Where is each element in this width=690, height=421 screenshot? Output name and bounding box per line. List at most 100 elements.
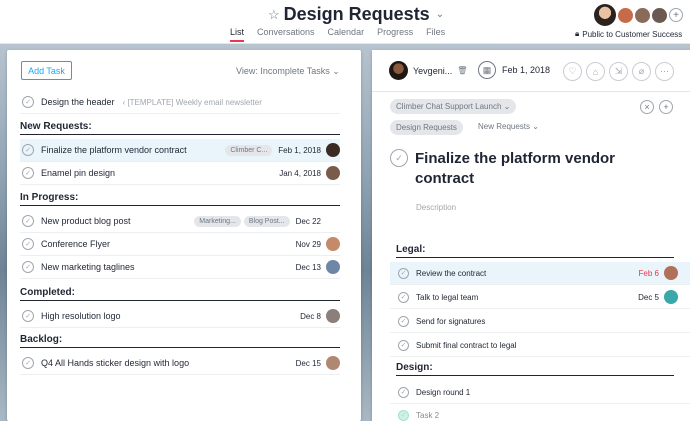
task-name[interactable]: Design the header	[41, 97, 115, 107]
check-icon[interactable]: ✓	[398, 339, 409, 351]
task-name[interactable]: New marketing taglines	[41, 262, 135, 272]
avatar[interactable]	[326, 309, 340, 323]
subtask-name[interactable]: Submit final contract to legal	[416, 341, 517, 350]
task-name[interactable]: Conference Flyer	[41, 239, 110, 249]
subtask-row[interactable]: ✓ Review the contract Feb 6	[390, 262, 690, 285]
chevron-down-icon[interactable]: ⌄	[436, 9, 444, 20]
task-due-date[interactable]: Dec 15	[296, 359, 321, 368]
avatar[interactable]	[594, 4, 616, 26]
heart-icon[interactable]: ♡	[563, 62, 582, 81]
tag-icon[interactable]: ⌂	[586, 62, 605, 81]
task-row[interactable]: ✓ Q4 All Hands sticker design with logo …	[20, 352, 340, 375]
subtask-name[interactable]: Send for signatures	[416, 317, 485, 326]
subtask-icon[interactable]: ⇲	[609, 62, 628, 81]
star-icon[interactable]: ☆	[268, 7, 280, 23]
check-icon[interactable]: ✓	[22, 167, 34, 179]
description-field[interactable]: Description	[416, 203, 456, 212]
subtask-row[interactable]: ✓ Send for signatures	[390, 310, 690, 333]
task-name[interactable]: New product blog post	[41, 216, 131, 226]
complete-task-button[interactable]: ✓	[390, 149, 408, 167]
check-icon[interactable]: ✓	[22, 310, 34, 322]
section-header[interactable]: Completed:	[20, 287, 340, 301]
plus-icon[interactable]: +	[659, 100, 673, 114]
task-row[interactable]: ✓ New product blog post Marketing... Blo…	[20, 210, 340, 233]
avatar[interactable]	[326, 356, 340, 370]
task-name[interactable]: Enamel pin design	[41, 168, 115, 178]
task-row[interactable]: ✓ Design the header ‹ [TEMPLATE] Weekly …	[20, 91, 340, 114]
task-row[interactable]: ✓ High resolution logo Dec 8	[20, 305, 340, 328]
tab-list[interactable]: List	[230, 27, 245, 42]
task-due-date[interactable]: Feb 1, 2018	[278, 146, 321, 155]
check-icon[interactable]: ✓	[22, 96, 34, 108]
subtask-row[interactable]: ✓ Task 2	[390, 404, 690, 421]
project-title[interactable]: Design Requests	[284, 4, 430, 25]
section-header[interactable]: In Progress:	[20, 192, 340, 206]
task-due-date[interactable]: Dec 22	[296, 217, 321, 226]
task-row[interactable]: ✓ Enamel pin design Jan 4, 2018	[20, 162, 340, 185]
avatar[interactable]	[618, 7, 633, 23]
avatar[interactable]	[326, 237, 340, 251]
tag-pill[interactable]: Marketing...	[194, 215, 241, 227]
tab-calendar[interactable]: Calendar	[328, 27, 365, 41]
tab-files[interactable]: Files	[426, 27, 445, 41]
avatar[interactable]	[326, 143, 340, 157]
trash-icon[interactable]: 🗑︎	[457, 66, 467, 75]
task-row[interactable]: ✓ Finalize the platform vendor contract …	[20, 139, 340, 162]
task-parent-link[interactable]: ‹ [TEMPLATE] Weekly email newsletter	[123, 98, 262, 107]
view-filter-dropdown[interactable]: View: Incomplete Tasks ⌄	[236, 66, 340, 77]
subtask-row[interactable]: ✓ Design round 1	[390, 381, 690, 404]
close-icon[interactable]: ×	[640, 100, 654, 114]
subtask-name[interactable]: Talk to legal team	[416, 293, 478, 302]
task-due-date[interactable]: Jan 4, 2018	[279, 169, 321, 178]
section-header[interactable]: New Requests:	[20, 121, 340, 135]
check-icon[interactable]: ✓	[22, 215, 34, 227]
check-icon[interactable]: ✓	[22, 144, 34, 156]
parent-task-pill[interactable]: Climber Chat Support Launch ⌄	[390, 99, 517, 114]
check-icon[interactable]: ✓	[398, 267, 409, 279]
avatar[interactable]	[635, 7, 650, 23]
avatar[interactable]	[664, 290, 678, 304]
avatar[interactable]	[664, 266, 678, 280]
check-icon[interactable]: ✓	[398, 315, 409, 327]
more-icon[interactable]: ⋯	[655, 62, 674, 81]
task-due-date[interactable]: Dec 13	[296, 263, 321, 272]
add-task-button[interactable]: Add Task	[21, 61, 72, 80]
tab-progress[interactable]: Progress	[377, 27, 413, 41]
add-member-button[interactable]: +	[669, 8, 683, 22]
check-icon[interactable]: ✓	[398, 291, 409, 303]
subtask-row[interactable]: ✓ Talk to legal team Dec 5	[390, 286, 690, 309]
subtask-row[interactable]: ✓ Submit final contract to legal	[390, 334, 690, 357]
subtask-name[interactable]: Review the contract	[416, 269, 486, 278]
task-due-date[interactable]: Nov 29	[296, 240, 321, 249]
avatar[interactable]	[326, 166, 340, 180]
task-name[interactable]: Q4 All Hands sticker design with logo	[41, 358, 189, 368]
check-icon[interactable]: ✓	[22, 261, 34, 273]
avatar[interactable]	[326, 260, 340, 274]
task-name[interactable]: High resolution logo	[41, 311, 121, 321]
subtask-section-header[interactable]: Legal:	[396, 244, 674, 258]
project-pill[interactable]: Design Requests	[390, 120, 463, 135]
task-due-date[interactable]: Dec 8	[300, 312, 321, 321]
check-icon[interactable]: ✓	[398, 386, 409, 398]
avatar[interactable]	[652, 7, 667, 23]
assignee-field[interactable]: Yevgeni... 🗑︎	[389, 61, 467, 80]
check-icon[interactable]: ✓	[22, 238, 34, 250]
subtask-section-header[interactable]: Design:	[396, 362, 674, 376]
subtask-name[interactable]: Task 2	[416, 411, 439, 420]
task-name[interactable]: Finalize the platform vendor contract	[41, 145, 187, 155]
task-row[interactable]: ✓ New marketing taglines Dec 13	[20, 256, 340, 279]
subtask-due-date[interactable]: Dec 5	[638, 293, 659, 302]
subtask-name[interactable]: Design round 1	[416, 388, 470, 397]
section-dropdown[interactable]: New Requests ⌄	[478, 122, 539, 131]
task-row[interactable]: ✓ Conference Flyer Nov 29	[20, 233, 340, 256]
task-title[interactable]: Finalize the platform vendor contract	[415, 149, 655, 189]
tab-conversations[interactable]: Conversations	[257, 27, 315, 41]
check-icon[interactable]: ✓	[22, 357, 34, 369]
tag-pill[interactable]: Blog Post...	[243, 215, 290, 227]
subtask-due-date[interactable]: Feb 6	[639, 269, 659, 278]
tag-pill[interactable]: Climber C...	[225, 144, 273, 156]
attachment-icon[interactable]: ⌀	[632, 62, 651, 81]
due-date-field[interactable]: ▦ Feb 1, 2018	[478, 61, 550, 79]
privacy-setting[interactable]: 🔒︎ Public to Customer Success	[575, 29, 682, 39]
check-icon[interactable]: ✓	[398, 409, 409, 421]
